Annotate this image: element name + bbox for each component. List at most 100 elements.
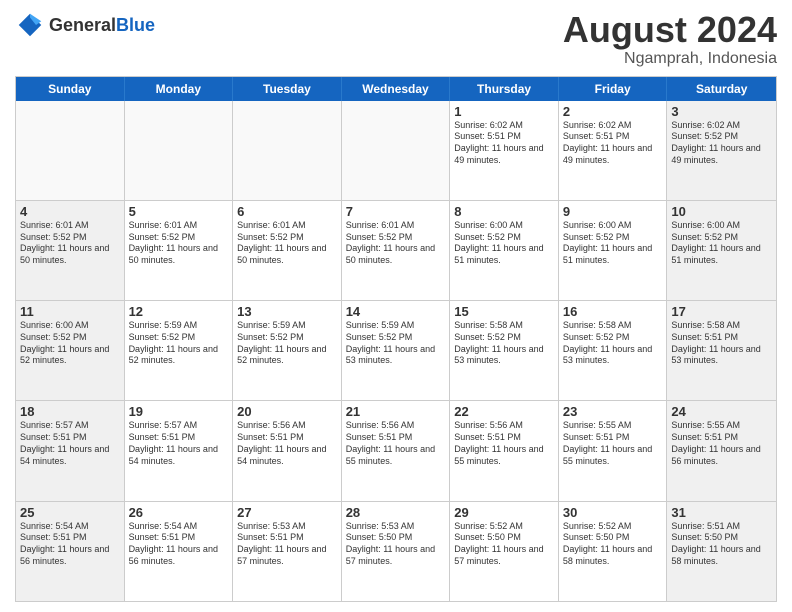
calendar-row-0: 1Sunrise: 6:02 AM Sunset: 5:51 PM Daylig… — [16, 101, 776, 200]
day-number: 4 — [20, 204, 120, 219]
cell-info: Sunrise: 6:00 AM Sunset: 5:52 PM Dayligh… — [563, 220, 663, 267]
day-number: 21 — [346, 404, 446, 419]
calendar-cell: 13Sunrise: 5:59 AM Sunset: 5:52 PM Dayli… — [233, 301, 342, 400]
day-number: 24 — [671, 404, 772, 419]
cell-info: Sunrise: 5:57 AM Sunset: 5:51 PM Dayligh… — [20, 420, 120, 467]
logo-icon — [15, 10, 45, 40]
calendar-cell: 3Sunrise: 6:02 AM Sunset: 5:52 PM Daylig… — [667, 101, 776, 200]
day-number: 15 — [454, 304, 554, 319]
header: GeneralBlue August 2024 Ngamprah, Indone… — [15, 10, 777, 68]
cell-info: Sunrise: 6:02 AM Sunset: 5:51 PM Dayligh… — [454, 120, 554, 167]
day-number: 3 — [671, 104, 772, 119]
title-block: August 2024 Ngamprah, Indonesia — [563, 10, 777, 68]
calendar-cell: 26Sunrise: 5:54 AM Sunset: 5:51 PM Dayli… — [125, 502, 234, 601]
calendar-cell: 29Sunrise: 5:52 AM Sunset: 5:50 PM Dayli… — [450, 502, 559, 601]
day-number: 19 — [129, 404, 229, 419]
day-number: 16 — [563, 304, 663, 319]
calendar-cell: 23Sunrise: 5:55 AM Sunset: 5:51 PM Dayli… — [559, 401, 668, 500]
calendar-cell: 30Sunrise: 5:52 AM Sunset: 5:50 PM Dayli… — [559, 502, 668, 601]
cell-info: Sunrise: 5:52 AM Sunset: 5:50 PM Dayligh… — [454, 521, 554, 568]
cell-info: Sunrise: 5:58 AM Sunset: 5:52 PM Dayligh… — [563, 320, 663, 367]
cell-info: Sunrise: 5:58 AM Sunset: 5:52 PM Dayligh… — [454, 320, 554, 367]
cell-info: Sunrise: 6:00 AM Sunset: 5:52 PM Dayligh… — [454, 220, 554, 267]
cell-info: Sunrise: 6:00 AM Sunset: 5:52 PM Dayligh… — [20, 320, 120, 367]
cell-info: Sunrise: 6:02 AM Sunset: 5:51 PM Dayligh… — [563, 120, 663, 167]
day-number: 7 — [346, 204, 446, 219]
calendar: SundayMondayTuesdayWednesdayThursdayFrid… — [15, 76, 777, 602]
calendar-cell: 9Sunrise: 6:00 AM Sunset: 5:52 PM Daylig… — [559, 201, 668, 300]
calendar-cell: 16Sunrise: 5:58 AM Sunset: 5:52 PM Dayli… — [559, 301, 668, 400]
cell-info: Sunrise: 5:56 AM Sunset: 5:51 PM Dayligh… — [454, 420, 554, 467]
day-number: 20 — [237, 404, 337, 419]
calendar-body: 1Sunrise: 6:02 AM Sunset: 5:51 PM Daylig… — [16, 101, 776, 601]
header-cell-wednesday: Wednesday — [342, 77, 451, 101]
calendar-cell: 27Sunrise: 5:53 AM Sunset: 5:51 PM Dayli… — [233, 502, 342, 601]
day-number: 26 — [129, 505, 229, 520]
calendar-cell — [16, 101, 125, 200]
cell-info: Sunrise: 5:53 AM Sunset: 5:50 PM Dayligh… — [346, 521, 446, 568]
calendar-cell: 19Sunrise: 5:57 AM Sunset: 5:51 PM Dayli… — [125, 401, 234, 500]
calendar-row-2: 11Sunrise: 6:00 AM Sunset: 5:52 PM Dayli… — [16, 300, 776, 400]
day-number: 10 — [671, 204, 772, 219]
header-cell-tuesday: Tuesday — [233, 77, 342, 101]
cell-info: Sunrise: 5:59 AM Sunset: 5:52 PM Dayligh… — [346, 320, 446, 367]
cell-info: Sunrise: 5:57 AM Sunset: 5:51 PM Dayligh… — [129, 420, 229, 467]
header-cell-friday: Friday — [559, 77, 668, 101]
cell-info: Sunrise: 5:55 AM Sunset: 5:51 PM Dayligh… — [671, 420, 772, 467]
day-number: 12 — [129, 304, 229, 319]
calendar-cell: 28Sunrise: 5:53 AM Sunset: 5:50 PM Dayli… — [342, 502, 451, 601]
calendar-cell: 7Sunrise: 6:01 AM Sunset: 5:52 PM Daylig… — [342, 201, 451, 300]
cell-info: Sunrise: 6:01 AM Sunset: 5:52 PM Dayligh… — [346, 220, 446, 267]
cell-info: Sunrise: 5:55 AM Sunset: 5:51 PM Dayligh… — [563, 420, 663, 467]
calendar-cell — [342, 101, 451, 200]
logo-blue: Blue — [116, 15, 155, 35]
calendar-cell: 21Sunrise: 5:56 AM Sunset: 5:51 PM Dayli… — [342, 401, 451, 500]
cell-info: Sunrise: 5:51 AM Sunset: 5:50 PM Dayligh… — [671, 521, 772, 568]
calendar-row-4: 25 Sunrise: 5:54 AM Sunset: 5:51 PM Dayli… — [16, 501, 776, 601]
cell-info: Sunrise: 5:58 AM Sunset: 5:51 PM Dayligh… — [671, 320, 772, 367]
header-cell-sunday: Sunday — [16, 77, 125, 101]
day-number: 28 — [346, 505, 446, 520]
calendar-header-row: SundayMondayTuesdayWednesdayThursdayFrid… — [16, 77, 776, 101]
calendar-cell: 24Sunrise: 5:55 AM Sunset: 5:51 PM Dayli… — [667, 401, 776, 500]
calendar-cell: 4Sunrise: 6:01 AM Sunset: 5:52 PM Daylig… — [16, 201, 125, 300]
cell-info: Sunrise: 6:02 AM Sunset: 5:52 PM Dayligh… — [671, 120, 772, 167]
calendar-title: August 2024 — [563, 10, 777, 50]
cell-info: Sunrise: 5:59 AM Sunset: 5:52 PM Dayligh… — [129, 320, 229, 367]
header-cell-monday: Monday — [125, 77, 234, 101]
calendar-cell: 5Sunrise: 6:01 AM Sunset: 5:52 PM Daylig… — [125, 201, 234, 300]
cell-info: Sunrise: 5:56 AM Sunset: 5:51 PM Dayligh… — [237, 420, 337, 467]
cell-info: Sunrise: 6:01 AM Sunset: 5:52 PM Dayligh… — [129, 220, 229, 267]
day-number: 31 — [671, 505, 772, 520]
header-cell-saturday: Saturday — [667, 77, 776, 101]
calendar-cell: 20Sunrise: 5:56 AM Sunset: 5:51 PM Dayli… — [233, 401, 342, 500]
day-number: 2 — [563, 104, 663, 119]
page: GeneralBlue August 2024 Ngamprah, Indone… — [0, 0, 792, 612]
day-number: 29 — [454, 505, 554, 520]
day-number: 8 — [454, 204, 554, 219]
cell-info: Sunrise: 5:54 AM Sunset: 5:51 PM Dayligh… — [129, 521, 229, 568]
calendar-row-3: 18Sunrise: 5:57 AM Sunset: 5:51 PM Dayli… — [16, 400, 776, 500]
cell-info: Sunrise: 6:01 AM Sunset: 5:52 PM Dayligh… — [237, 220, 337, 267]
calendar-cell: 31Sunrise: 5:51 AM Sunset: 5:50 PM Dayli… — [667, 502, 776, 601]
logo-text: GeneralBlue — [49, 15, 155, 36]
day-number: 6 — [237, 204, 337, 219]
logo: GeneralBlue — [15, 10, 155, 40]
calendar-row-1: 4 Sunrise: 6:01 AM Sunset: 5:52 PM Daylig… — [16, 200, 776, 300]
day-number: 23 — [563, 404, 663, 419]
cell-info: Sunrise: 5:52 AM Sunset: 5:50 PM Dayligh… — [563, 521, 663, 568]
header-cell-thursday: Thursday — [450, 77, 559, 101]
day-number: 1 — [454, 104, 554, 119]
calendar-cell: 14Sunrise: 5:59 AM Sunset: 5:52 PM Dayli… — [342, 301, 451, 400]
calendar-cell: 1Sunrise: 6:02 AM Sunset: 5:51 PM Daylig… — [450, 101, 559, 200]
day-number: 25 — [20, 505, 120, 520]
calendar-subtitle: Ngamprah, Indonesia — [563, 50, 777, 68]
calendar-cell: 25Sunrise: 5:54 AM Sunset: 5:51 PM Dayli… — [16, 502, 125, 601]
calendar-cell — [125, 101, 234, 200]
cell-info: Sunrise: 5:53 AM Sunset: 5:51 PM Dayligh… — [237, 521, 337, 568]
day-number: 5 — [129, 204, 229, 219]
calendar-cell: 15Sunrise: 5:58 AM Sunset: 5:52 PM Dayli… — [450, 301, 559, 400]
cell-info: Sunrise: 5:59 AM Sunset: 5:52 PM Dayligh… — [237, 320, 337, 367]
calendar-cell: 2Sunrise: 6:02 AM Sunset: 5:51 PM Daylig… — [559, 101, 668, 200]
calendar-cell: 12Sunrise: 5:59 AM Sunset: 5:52 PM Dayli… — [125, 301, 234, 400]
